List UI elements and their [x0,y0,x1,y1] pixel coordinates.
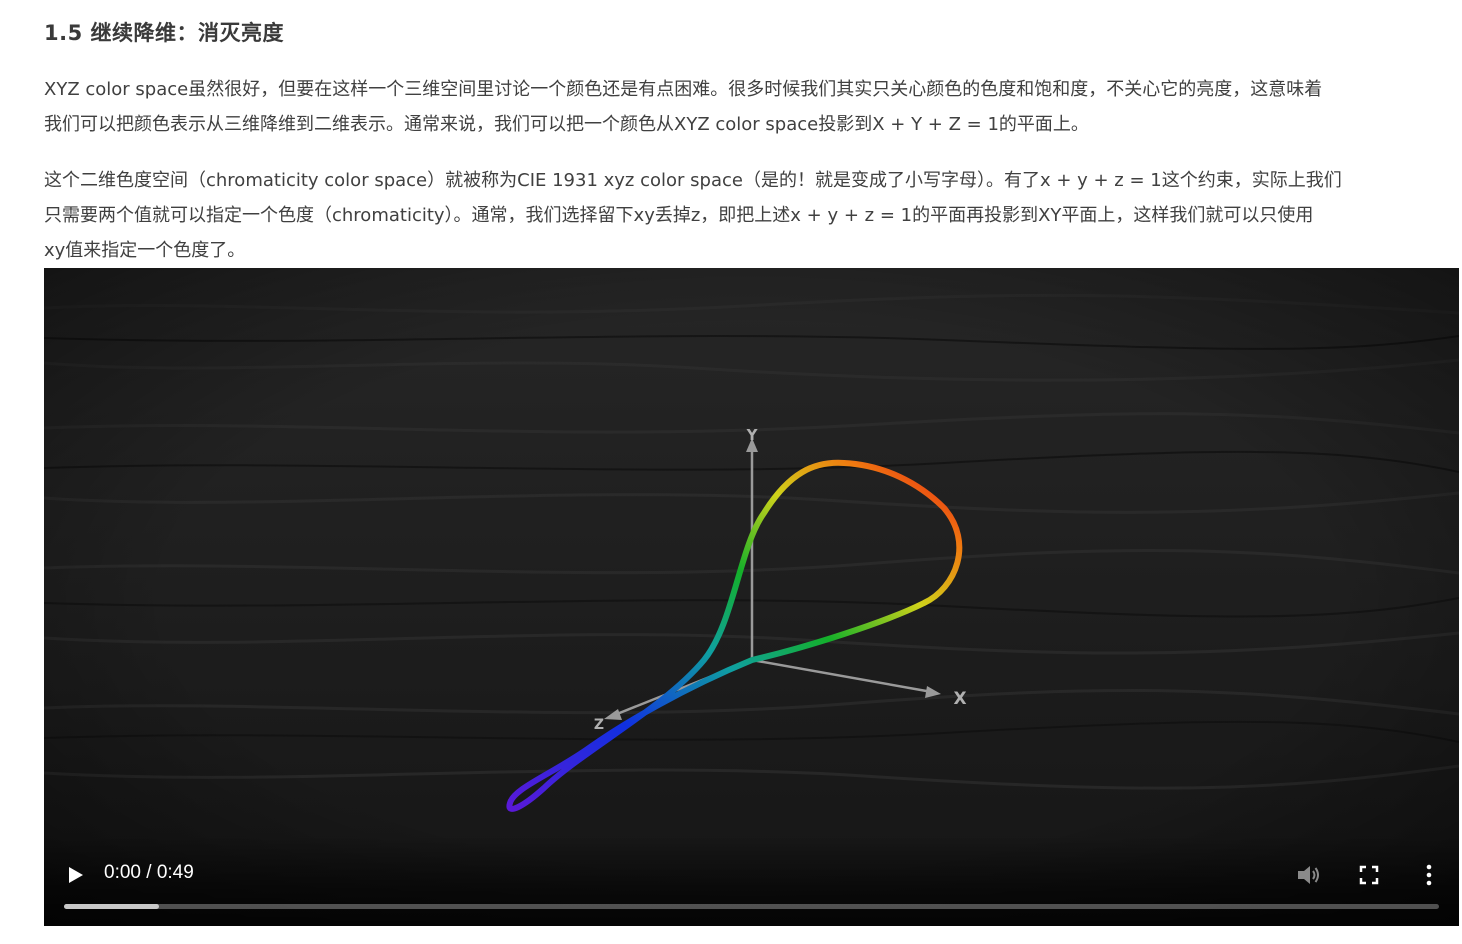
paragraph-line: 只需要两个值就可以指定一个色度（chromaticity）。通常，我们选择留下x… [44,205,1314,226]
paragraph-line: xy值来指定一个色度了。 [44,240,246,261]
fullscreen-icon[interactable] [1358,864,1380,886]
video-frame[interactable]: Y X Z [44,268,1459,926]
volume-icon[interactable] [1296,863,1322,887]
play-icon[interactable] [64,864,86,886]
video-player[interactable]: Y X Z 0:00 / 0:49 [44,268,1459,926]
progress-bar[interactable] [64,904,1439,909]
paragraph-line: XYZ color space虽然很好，但要在这样一个三维空间里讨论一个颜色还是… [44,79,1323,100]
section-heading: 1.5 继续降维：消灭亮度 [44,21,285,45]
player-controls: 0:00 / 0:49 [44,836,1459,926]
y-axis-label: Y [746,426,759,444]
x-axis-label: X [953,689,966,709]
time-display: 0:00 / 0:49 [104,862,194,883]
progress-fill [64,904,159,909]
more-vertical-icon[interactable] [1420,862,1438,888]
paragraph-1: XYZ color space虽然很好，但要在这样一个三维空间里讨论一个颜色还是… [44,72,1459,142]
paragraph-line: 这个二维色度空间（chromaticity color space）就被称为CI… [44,170,1342,191]
z-axis-label: Z [594,717,604,733]
paragraph-line: 我们可以把颜色表示从三维降维到二维表示。通常来说，我们可以把一个颜色从XYZ c… [44,114,1089,135]
paragraph-2: 这个二维色度空间（chromaticity color space）就被称为CI… [44,163,1459,268]
